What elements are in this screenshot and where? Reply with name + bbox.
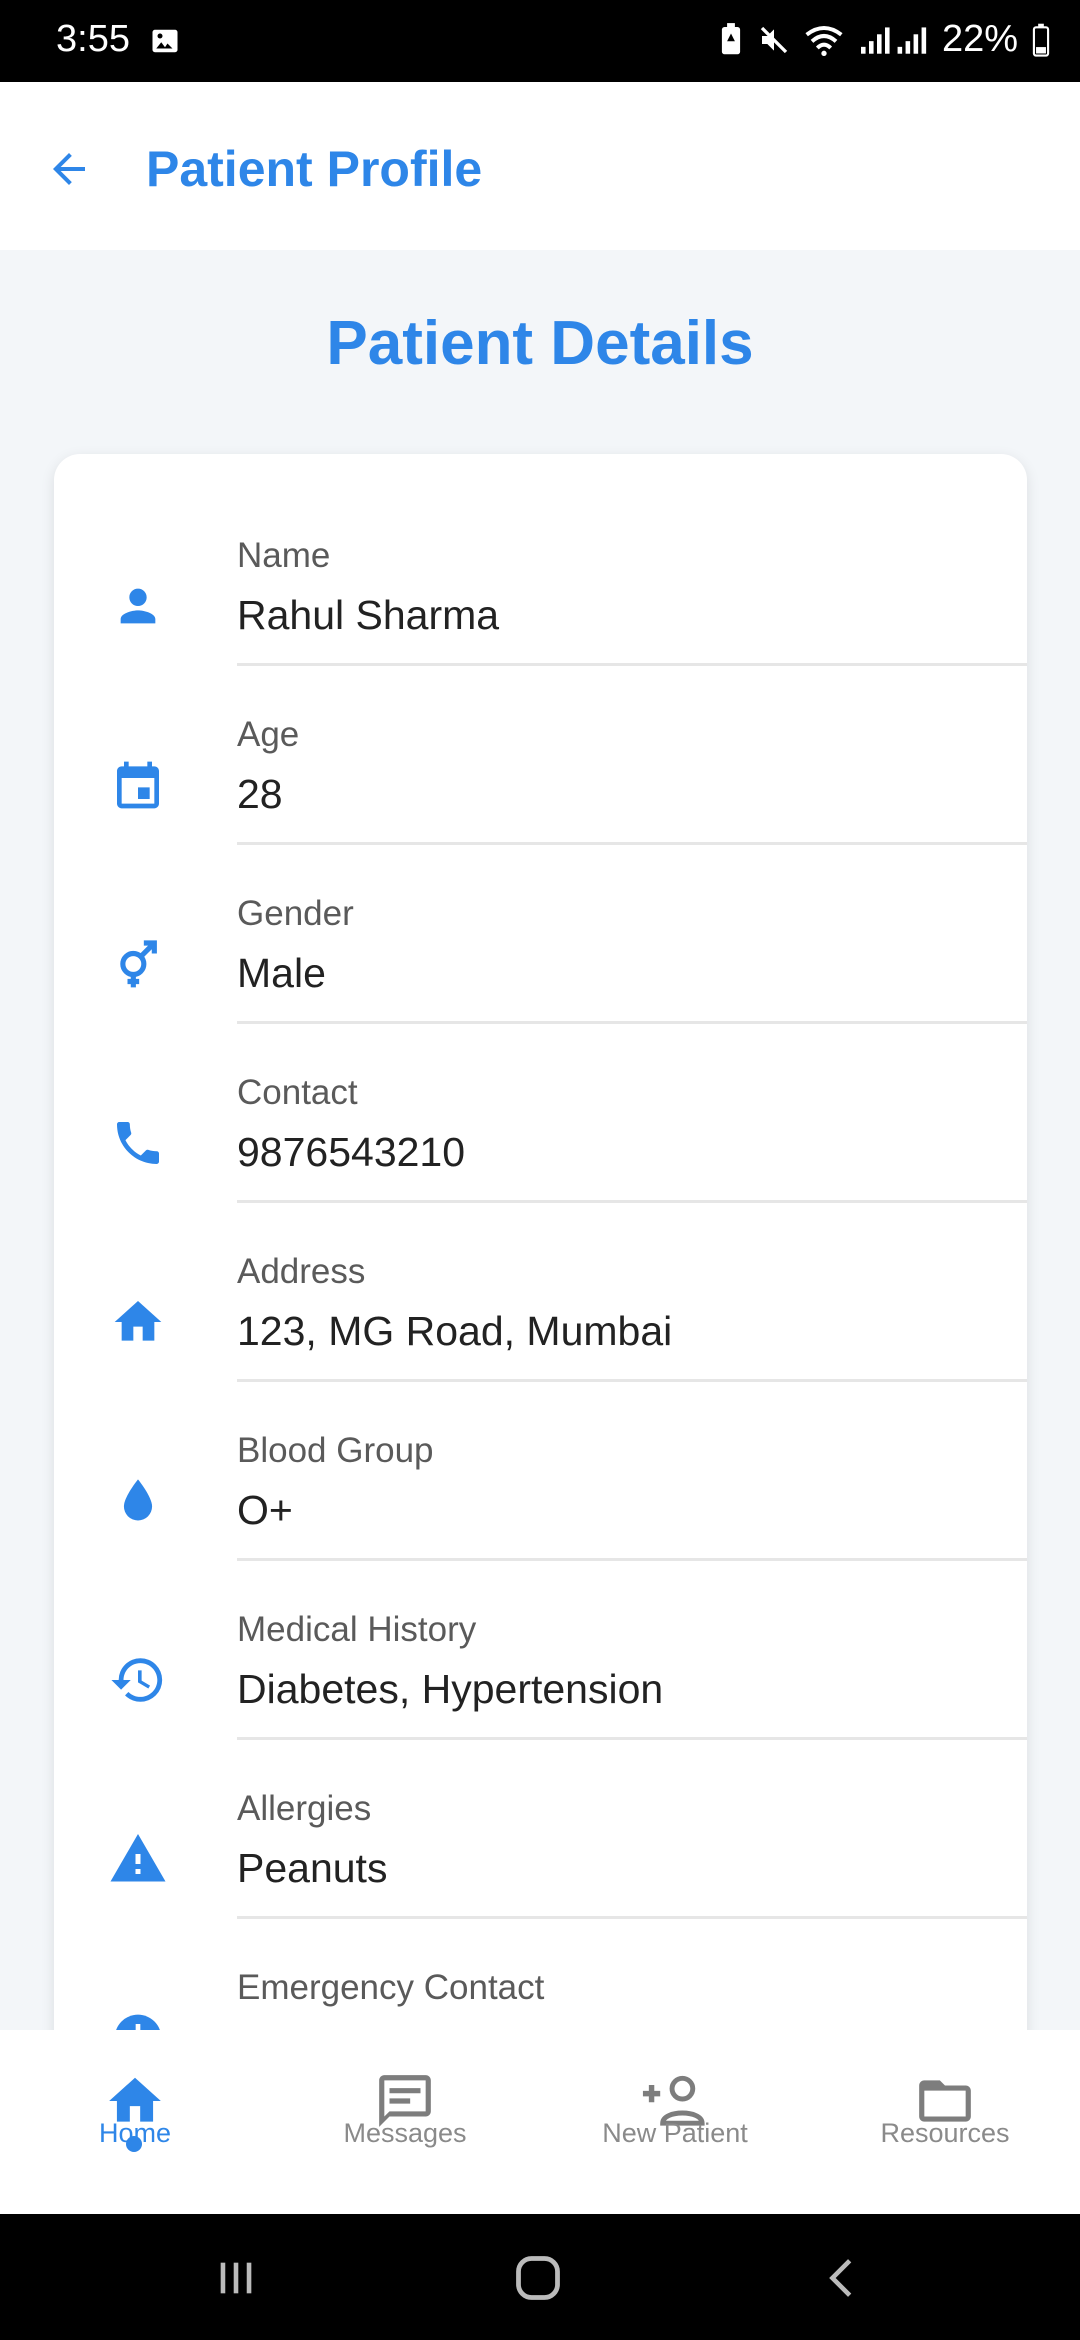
detail-row-contact: Contact 9876543210 [54, 1067, 1027, 1247]
detail-label: Allergies [237, 1789, 372, 1828]
detail-row-address: Address 123, MG Road, Mumbai [54, 1246, 1027, 1426]
divider [237, 842, 1027, 845]
detail-value: 28 [237, 771, 283, 817]
nav-messages[interactable]: Messages [270, 2030, 540, 2214]
nav-label: Resources [880, 2118, 1010, 2148]
nav-label: New Patient [602, 2118, 748, 2148]
person-icon [106, 574, 170, 638]
mute-icon [758, 24, 790, 56]
detail-label: Blood Group [237, 1431, 434, 1470]
back-nav-button[interactable] [802, 2248, 882, 2308]
system-navigation-bar [0, 2214, 1080, 2340]
status-indicators: 22% [718, 18, 1050, 61]
arrow-back-icon [53, 153, 85, 185]
wifi-icon [804, 24, 844, 56]
divider [237, 1200, 1027, 1203]
detail-label: Gender [237, 894, 354, 933]
detail-label: Medical History [237, 1610, 477, 1649]
divider [237, 663, 1027, 666]
detail-value: O+ [237, 1487, 293, 1533]
gallery-icon [150, 26, 180, 56]
app-bar: Patient Profile [0, 82, 1080, 250]
detail-label: Contact [237, 1073, 358, 1112]
water-drop-icon [106, 1469, 170, 1533]
detail-value: Rahul Sharma [237, 592, 500, 638]
divider [237, 1021, 1027, 1024]
patient-details-card: Name Rahul Sharma Age 28 Gender Male Con… [54, 454, 1027, 2154]
bottom-navigation: Home Messages New Patient Resources [0, 2030, 1080, 2214]
divider [237, 1379, 1027, 1382]
battery-percentage: 22% [941, 18, 1018, 60]
gender-icon [106, 932, 170, 996]
home-button[interactable] [498, 2248, 578, 2308]
phone-icon [106, 1111, 170, 1175]
detail-label: Age [237, 715, 300, 754]
nav-label: Messages [343, 2118, 467, 2148]
detail-row-medical-history: Medical History Diabetes, Hypertension [54, 1604, 1027, 1784]
calendar-icon [106, 753, 170, 817]
divider [237, 1737, 1027, 1740]
detail-value: 9876543210 [237, 1129, 466, 1175]
nav-resources[interactable]: Resources [810, 2030, 1080, 2214]
nav-new-patient[interactable]: New Patient [540, 2030, 810, 2214]
page-heading: Patient Details [326, 309, 754, 378]
detail-row-age: Age 28 [54, 709, 1027, 889]
home-circle-icon [516, 2256, 560, 2300]
status-bar: 3:55 22% [0, 0, 1080, 82]
recent-apps-button[interactable] [196, 2248, 276, 2308]
active-indicator [126, 2136, 142, 2152]
recent-apps-icon [220, 2262, 252, 2294]
back-button[interactable] [38, 138, 100, 200]
signal-icon [858, 24, 928, 56]
detail-label: Address [237, 1252, 366, 1291]
status-time: 3:55 [56, 18, 130, 60]
detail-value: Diabetes, Hypertension [237, 1666, 664, 1712]
battery-saver-icon [718, 22, 744, 57]
warning-icon [106, 1827, 170, 1891]
home-icon [106, 1290, 170, 1354]
detail-row-allergies: Allergies Peanuts [54, 1783, 1027, 1963]
divider [237, 1558, 1027, 1561]
detail-label: Emergency Contact [237, 1968, 545, 2007]
history-icon [106, 1648, 170, 1712]
detail-value: Male [237, 950, 326, 996]
detail-value: Peanuts [237, 1845, 388, 1891]
divider [237, 1916, 1027, 1919]
detail-label: Name [237, 536, 331, 575]
battery-icon [1032, 23, 1050, 57]
detail-row-gender: Gender Male [54, 888, 1027, 1068]
detail-row-blood-group: Blood Group O+ [54, 1425, 1027, 1605]
detail-value: 123, MG Road, Mumbai [237, 1308, 673, 1354]
app-title: Patient Profile [146, 141, 483, 197]
chevron-left-icon [829, 2259, 852, 2297]
nav-home[interactable]: Home [0, 2030, 270, 2214]
detail-row-name: Name Rahul Sharma [54, 530, 1027, 710]
